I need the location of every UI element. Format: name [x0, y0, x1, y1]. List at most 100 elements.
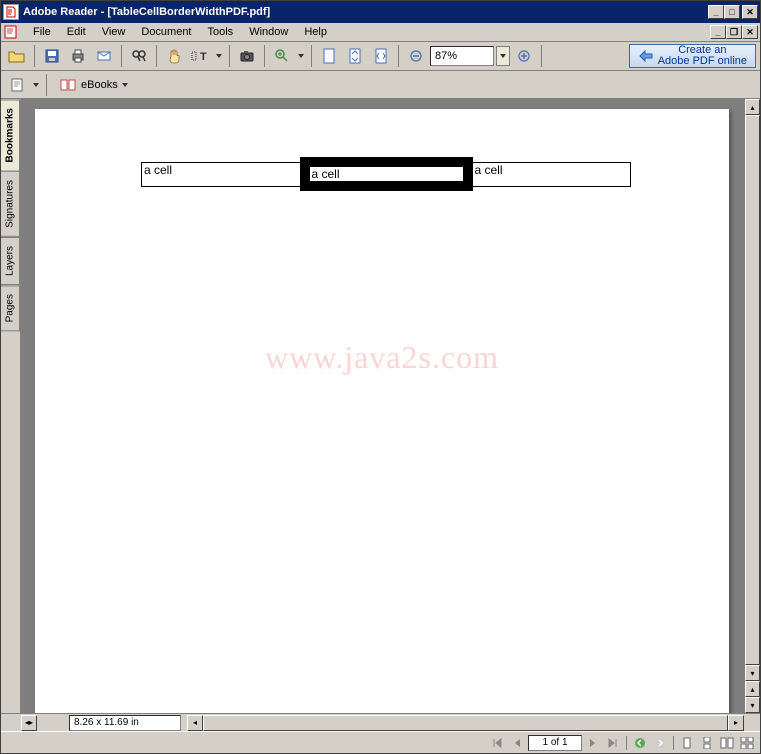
- fit-width-button[interactable]: [369, 44, 393, 68]
- separator: [229, 45, 230, 67]
- facing-button[interactable]: [718, 734, 736, 752]
- statusbar: 1 of 1: [1, 731, 760, 753]
- app-icon: [3, 4, 19, 20]
- ebooks-button[interactable]: eBooks: [52, 74, 135, 96]
- navigation-tabs: Bookmarks Signatures Layers Pages: [1, 99, 21, 713]
- snapshot-button[interactable]: [235, 44, 259, 68]
- resize-grip: [744, 715, 760, 731]
- pdf-page: a cell a cell a cell www.java2s.com: [35, 109, 729, 713]
- page-up-button[interactable]: ▴: [745, 681, 760, 697]
- hscroll-left-handle[interactable]: ◂▸: [21, 715, 37, 731]
- menu-document[interactable]: Document: [133, 24, 199, 40]
- table-cell: a cell: [142, 162, 305, 186]
- zoom-in-button[interactable]: [270, 44, 294, 68]
- table-cell-thick: a cell: [305, 162, 468, 186]
- single-page-button[interactable]: [678, 734, 696, 752]
- maximize-button[interactable]: □: [724, 5, 740, 19]
- hscroll-left-button[interactable]: ◂: [187, 715, 203, 731]
- table-cell: a cell: [468, 162, 631, 186]
- email-button[interactable]: [92, 44, 116, 68]
- menu-edit[interactable]: Edit: [59, 24, 94, 40]
- vertical-scrollbar[interactable]: ▴ ▾ ▴ ▾: [744, 99, 760, 713]
- menubar: File Edit View Document Tools Window Hel…: [25, 24, 710, 40]
- close-button[interactable]: ✕: [742, 5, 758, 19]
- fit-page-button[interactable]: [343, 44, 367, 68]
- zoom-dropdown[interactable]: [296, 44, 306, 68]
- window-controls: _ □ ✕: [708, 5, 758, 19]
- search-button[interactable]: [127, 44, 151, 68]
- scroll-up-button[interactable]: ▴: [745, 99, 760, 115]
- zoom-in-plus-button[interactable]: [512, 44, 536, 68]
- hscroll-row: ◂▸ 8.26 x 11.69 in ◂ ▸: [1, 713, 760, 731]
- hand-tool-button[interactable]: [162, 44, 186, 68]
- page-dimensions: 8.26 x 11.69 in: [69, 715, 181, 731]
- text-select-button[interactable]: T: [188, 44, 212, 68]
- separator: [121, 45, 122, 67]
- print-button[interactable]: [66, 44, 90, 68]
- separator: [541, 45, 542, 67]
- prev-page-button[interactable]: [508, 734, 526, 752]
- svg-text:T: T: [200, 51, 207, 63]
- watermark: www.java2s.com: [35, 339, 729, 376]
- last-page-button[interactable]: [604, 734, 622, 752]
- menu-help[interactable]: Help: [296, 24, 335, 40]
- page-viewport[interactable]: a cell a cell a cell www.java2s.com: [21, 99, 744, 713]
- separator: [156, 45, 157, 67]
- scroll-track[interactable]: [745, 115, 760, 665]
- workarea: Bookmarks Signatures Layers Pages a cell…: [1, 99, 760, 713]
- separator: [34, 45, 35, 67]
- zoom-level-dropdown[interactable]: [496, 46, 510, 66]
- tab-bookmarks[interactable]: Bookmarks: [1, 99, 20, 171]
- main-toolbar: T 87% Create anAdobe PDF online: [1, 41, 760, 71]
- secondary-toolbar: eBooks: [1, 71, 760, 99]
- titlebar: Adobe Reader - [TableCellBorderWidthPDF.…: [1, 1, 760, 23]
- separator: [398, 45, 399, 67]
- doc-icon: [3, 25, 19, 39]
- separator: [46, 74, 47, 96]
- next-page-button[interactable]: [584, 734, 602, 752]
- menu-tools[interactable]: Tools: [200, 24, 242, 40]
- hscroll-thumb[interactable]: [203, 715, 728, 731]
- page-down-button[interactable]: ▾: [745, 697, 760, 713]
- separator: [673, 736, 674, 750]
- tab-layers[interactable]: Layers: [1, 237, 20, 285]
- separator: [264, 45, 265, 67]
- open-button[interactable]: [5, 44, 29, 68]
- tab-pages[interactable]: Pages: [1, 285, 20, 331]
- menubar-row: File Edit View Document Tools Window Hel…: [1, 23, 760, 41]
- forward-button[interactable]: [651, 734, 669, 752]
- mdi-controls: _ ❐ ✕: [710, 25, 758, 39]
- continuous-facing-button[interactable]: [738, 734, 756, 752]
- menu-view[interactable]: View: [94, 24, 134, 40]
- scroll-thumb[interactable]: [745, 115, 760, 665]
- review-dropdown[interactable]: [31, 73, 41, 97]
- document-area: a cell a cell a cell www.java2s.com ▴ ▾ …: [21, 99, 760, 713]
- back-button[interactable]: [631, 734, 649, 752]
- hscroll-track[interactable]: [203, 715, 728, 731]
- menu-window[interactable]: Window: [241, 24, 296, 40]
- separator: [311, 45, 312, 67]
- first-page-button[interactable]: [488, 734, 506, 752]
- horizontal-scrollbar[interactable]: ◂ ▸: [187, 715, 744, 731]
- actual-size-button[interactable]: [317, 44, 341, 68]
- create-pdf-online-button[interactable]: Create anAdobe PDF online: [629, 44, 756, 68]
- separator: [626, 736, 627, 750]
- page-number-input[interactable]: 1 of 1: [528, 735, 582, 751]
- minimize-button[interactable]: _: [708, 5, 724, 19]
- mdi-minimize-button[interactable]: _: [710, 25, 726, 39]
- tab-signatures[interactable]: Signatures: [1, 171, 20, 237]
- zoom-input[interactable]: 87%: [430, 46, 494, 66]
- hscroll-right-button[interactable]: ▸: [728, 715, 744, 731]
- pdf-table: a cell a cell a cell: [141, 157, 631, 191]
- scroll-down-button[interactable]: ▾: [745, 665, 760, 681]
- app-window: Adobe Reader - [TableCellBorderWidthPDF.…: [0, 0, 761, 754]
- zoom-out-button[interactable]: [404, 44, 428, 68]
- menu-file[interactable]: File: [25, 24, 59, 40]
- mdi-close-button[interactable]: ✕: [742, 25, 758, 39]
- review-button[interactable]: [5, 73, 29, 97]
- save-button[interactable]: [40, 44, 64, 68]
- text-select-dropdown[interactable]: [214, 44, 224, 68]
- titlebar-text: Adobe Reader - [TableCellBorderWidthPDF.…: [23, 6, 708, 18]
- continuous-button[interactable]: [698, 734, 716, 752]
- mdi-restore-button[interactable]: ❐: [726, 25, 742, 39]
